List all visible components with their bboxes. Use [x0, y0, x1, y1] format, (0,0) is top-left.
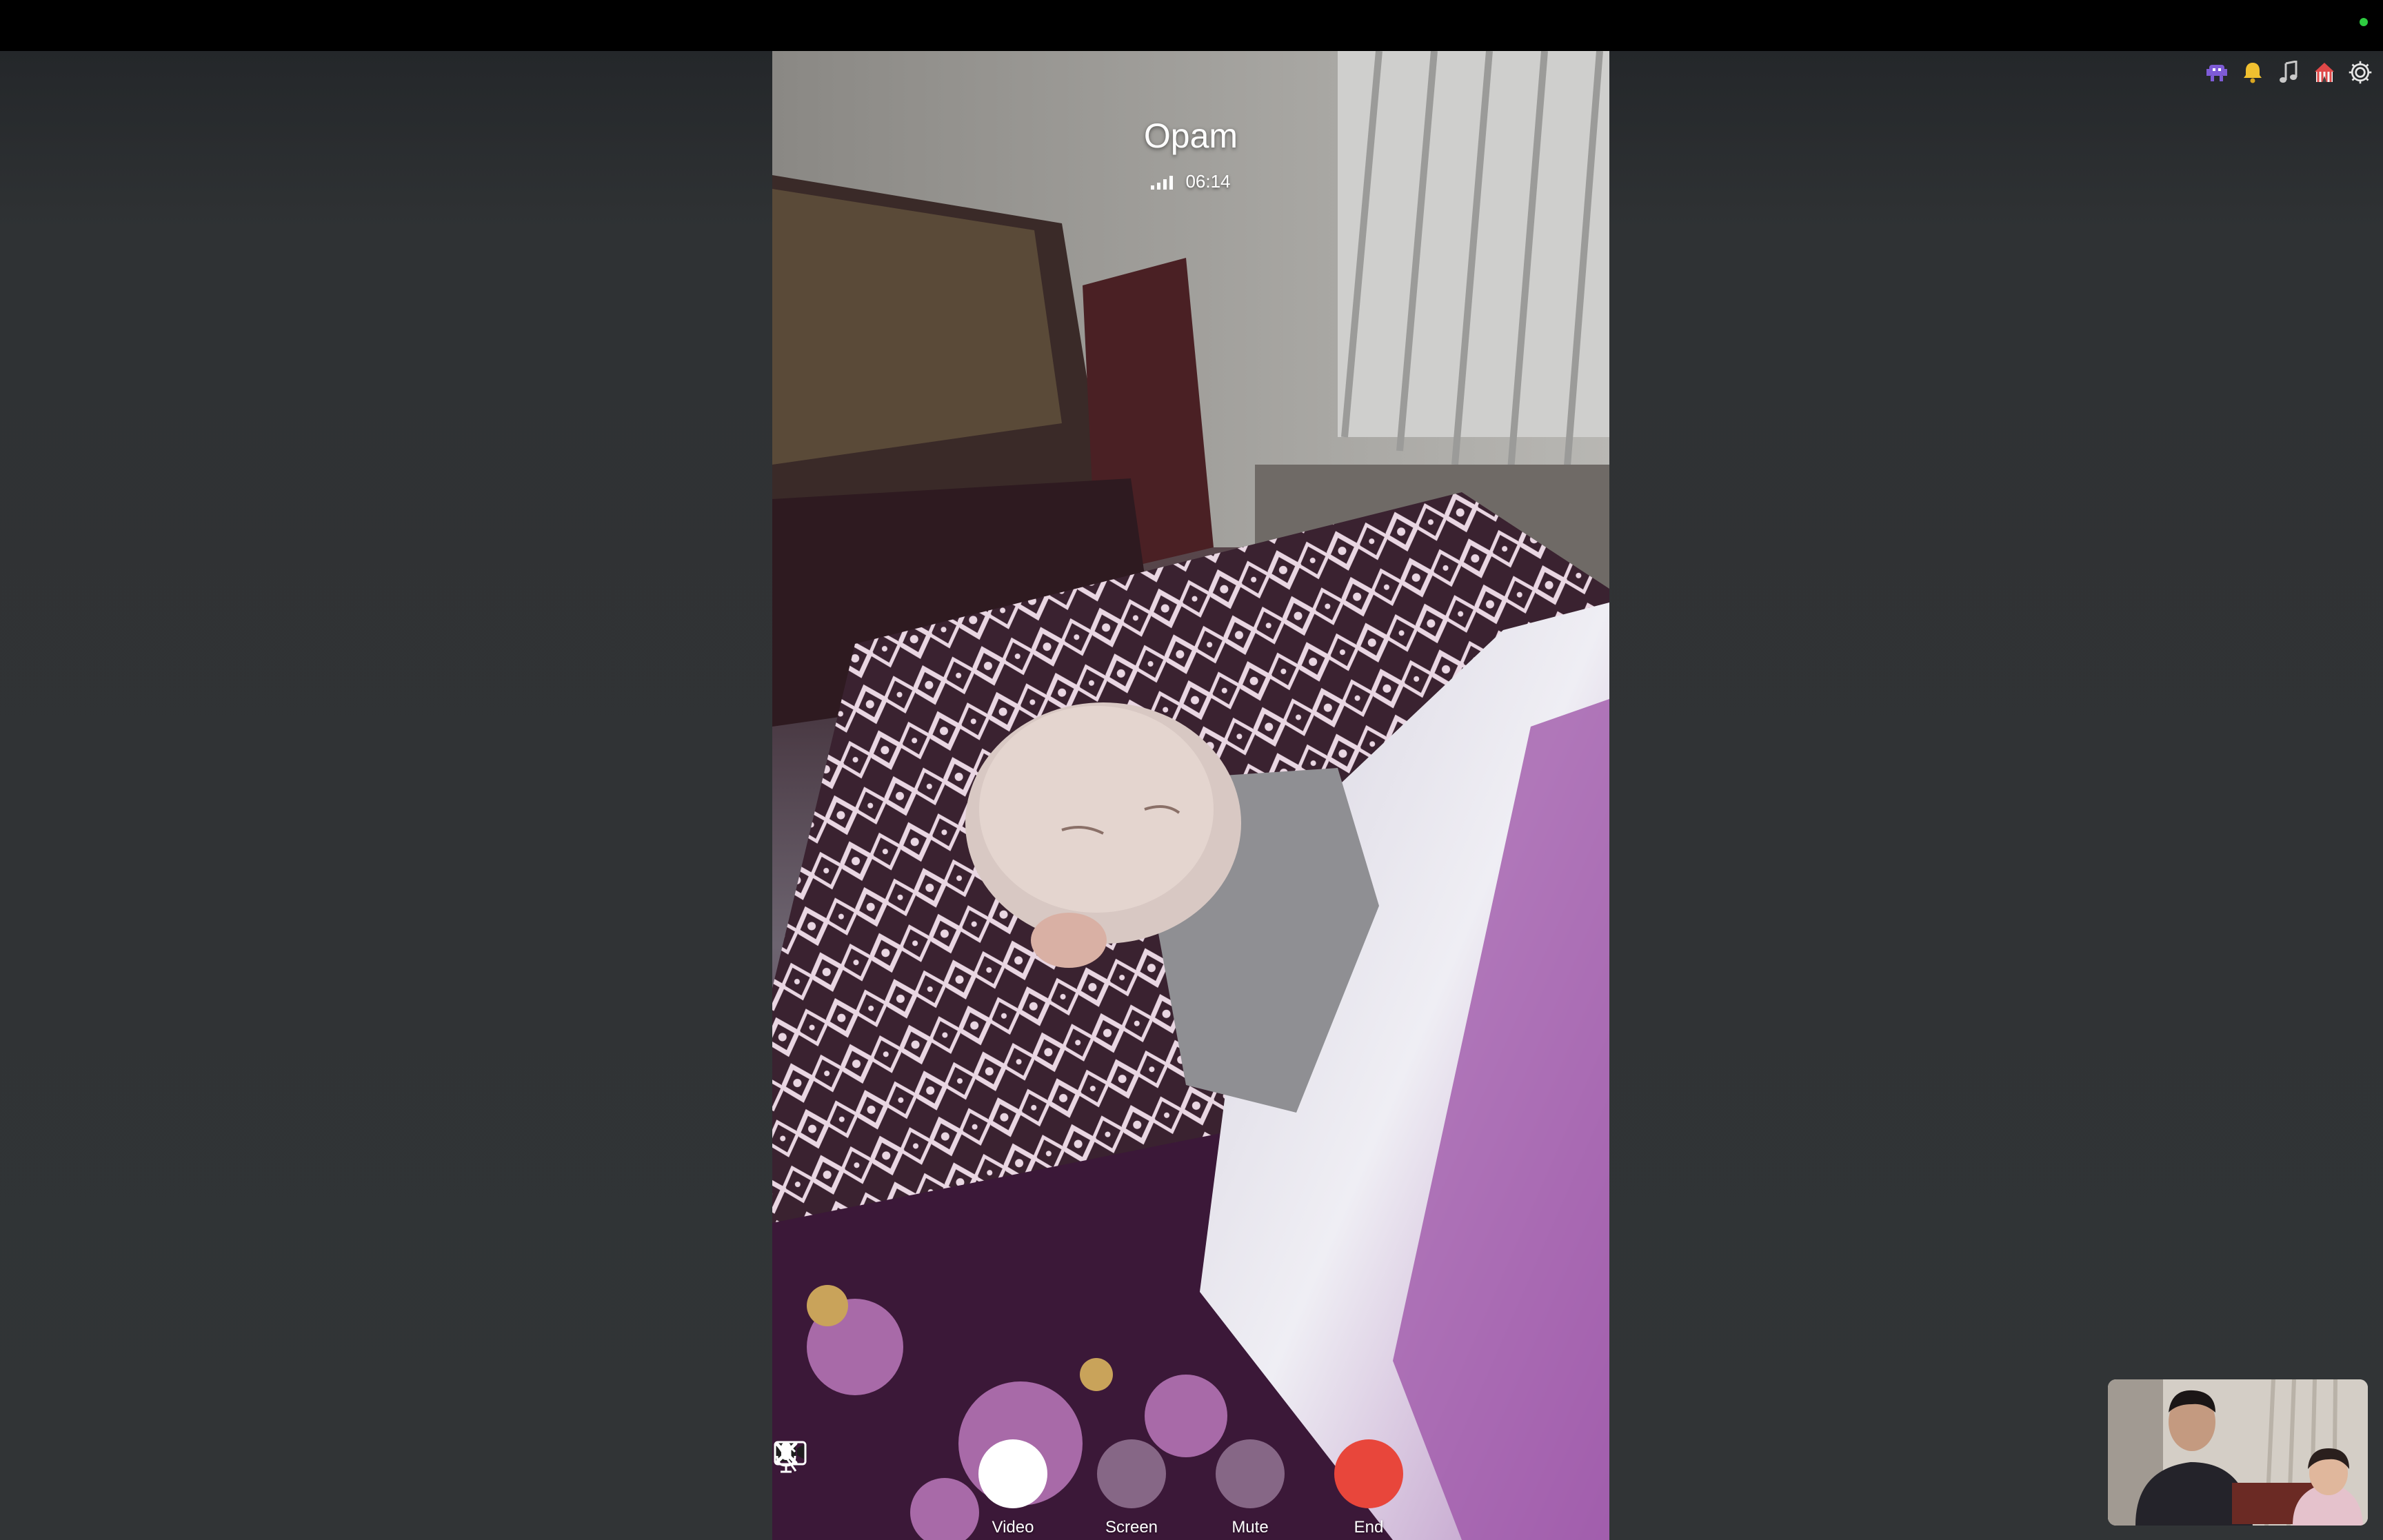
- remote-video: Opam 06:14 Video Screen Mute End: [772, 51, 1609, 1540]
- video-control: Video: [774, 1439, 1047, 1537]
- music-note-icon[interactable]: [2275, 59, 2302, 85]
- call-status: 06:14: [772, 171, 1609, 192]
- screen-share-button[interactable]: [774, 1439, 1166, 1508]
- self-video-frame: [2108, 1379, 2368, 1526]
- screen-label: Screen: [1105, 1518, 1158, 1537]
- self-video-preview[interactable]: [2108, 1379, 2368, 1526]
- bell-icon[interactable]: [2240, 59, 2266, 85]
- signal-bars-icon: [1151, 174, 1174, 190]
- mute-button[interactable]: [775, 1439, 1285, 1508]
- call-duration: 06:14: [1185, 171, 1231, 192]
- mute-control: Mute: [775, 1439, 1285, 1537]
- contact-name: Opam: [1143, 116, 1238, 155]
- video-button[interactable]: [774, 1439, 1047, 1508]
- remote-video-frame: [772, 51, 1609, 1540]
- end-call-button[interactable]: [774, 1439, 1403, 1508]
- menu-bar: [0, 0, 2383, 51]
- alien-icon[interactable]: [2204, 59, 2230, 85]
- circus-tent-icon[interactable]: [2311, 59, 2337, 85]
- end-control: End: [774, 1439, 1403, 1537]
- gear-icon[interactable]: [2347, 59, 2373, 85]
- menu-tray: [2204, 59, 2373, 85]
- status-indicator: [2360, 18, 2368, 26]
- video-label: Video: [992, 1518, 1034, 1537]
- end-label: End: [1354, 1518, 1384, 1537]
- call-controls: Video Screen Mute End: [772, 1439, 1609, 1537]
- mute-label: Mute: [1231, 1518, 1269, 1537]
- close-icon: [774, 1441, 798, 1465]
- screen-control: Screen: [774, 1439, 1166, 1537]
